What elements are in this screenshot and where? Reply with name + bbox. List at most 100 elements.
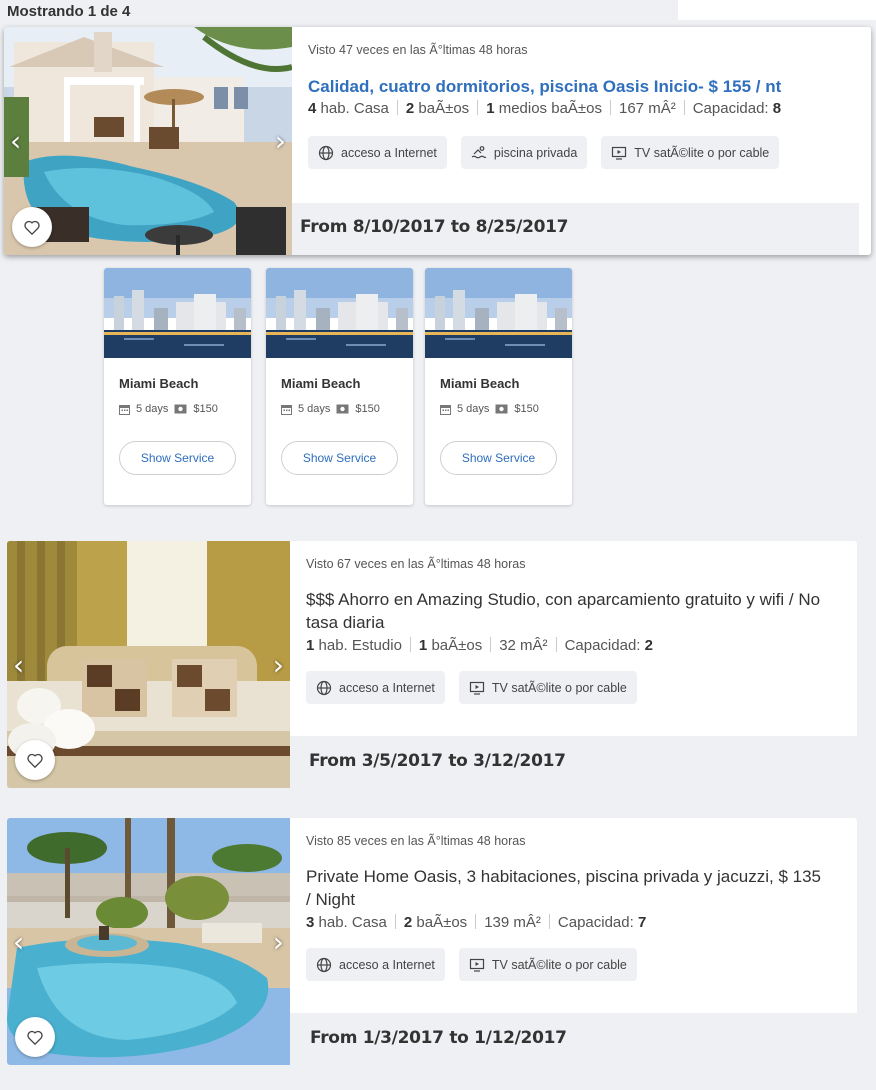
tv-icon <box>469 958 485 972</box>
listing-specs: 4 hab. Casa 2 baÃ±os 1 medios baÃ±os 167 mÂ… <box>308 100 781 117</box>
rooms-count: 3 <box>306 914 315 931</box>
service-days: 5 days <box>457 403 490 415</box>
listing-info: Visto 47 veces en las Ã°ltimas 48 horas … <box>292 27 871 255</box>
amenities: acceso a Internet piscina privada TV sat… <box>308 136 780 169</box>
listing-specs: 3 hab. Casa 2 baÃ±os 139 mÂ² Capacidad: 7 <box>306 914 646 931</box>
favorite-button[interactable] <box>15 1017 55 1057</box>
rooms-count: 4 <box>308 100 317 117</box>
capacity-count: 2 <box>644 637 653 654</box>
service-days: 5 days <box>298 403 331 415</box>
service-price: $150 <box>355 403 380 415</box>
calendar-icon <box>119 404 130 415</box>
rooms-label: hab. Estudio <box>318 637 402 654</box>
service-photo <box>266 268 413 358</box>
service-price: $150 <box>514 403 539 415</box>
photo-next-arrow[interactable]: › <box>273 925 284 958</box>
listing-card[interactable]: ‹ › Visto 67 veces en las Ã°ltimas 48 ho… <box>7 541 857 788</box>
globe-icon <box>316 680 332 695</box>
capacity-label: Capacidad: <box>557 914 634 931</box>
view-count: Visto 47 veces en las Ã°ltimas 48 horas <box>308 43 528 57</box>
photo-prev-arrow[interactable]: ‹ <box>10 125 21 158</box>
show-service-button[interactable]: Show Service <box>440 441 557 475</box>
service-meta: 5 days $150 <box>281 403 380 415</box>
baths-count: 2 <box>403 914 413 931</box>
cash-icon <box>336 404 349 414</box>
service-card: Miami Beach 5 days $150 Show Service <box>104 268 251 505</box>
favorite-button[interactable] <box>15 740 55 780</box>
show-service-button[interactable]: Show Service <box>119 441 236 475</box>
heart-icon <box>27 1030 43 1045</box>
amenity-label: TV satÃ©lite o por cable <box>491 680 627 695</box>
baths-label: baÃ±os <box>431 637 483 654</box>
amenity-label: acceso a Internet <box>339 680 435 695</box>
listing-specs: 1 hab. Estudio 1 baÃ±os 32 mÂ² Capacidad: 2 <box>306 637 653 654</box>
date-range-strip: From 3/5/2017 to 3/12/2017 <box>290 736 857 788</box>
amenity-chip: piscina privada <box>460 136 588 169</box>
service-price: $150 <box>193 403 218 415</box>
service-meta: 5 days $150 <box>119 403 218 415</box>
rooms-count: 1 <box>306 637 315 654</box>
date-range: From 3/5/2017 to 3/12/2017 <box>309 751 566 771</box>
photo-next-arrow[interactable]: › <box>275 125 286 158</box>
favorite-button[interactable] <box>12 207 52 247</box>
tv-icon <box>612 146 627 160</box>
view-count: Visto 67 veces en las Ã°ltimas 48 horas <box>306 557 526 571</box>
heart-icon <box>27 753 43 768</box>
service-name: Miami Beach <box>281 376 361 391</box>
header-spacer <box>678 0 876 20</box>
amenity-chip: acceso a Internet <box>306 671 445 704</box>
service-card: Miami Beach 5 days $150 Show Service <box>266 268 413 505</box>
listing-photo[interactable]: ‹ › <box>7 818 290 1065</box>
amenity-label: acceso a Internet <box>341 145 437 160</box>
show-service-button[interactable]: Show Service <box>281 441 398 475</box>
globe-icon <box>316 957 332 972</box>
capacity-count: 7 <box>637 914 647 931</box>
area: 139 mÂ² <box>484 914 541 931</box>
rooms-label: hab. Casa <box>318 914 387 931</box>
cash-icon <box>495 404 508 414</box>
area: 32 mÂ² <box>499 637 548 654</box>
view-count: Visto 85 veces en las Ã°ltimas 48 horas <box>306 834 526 848</box>
service-name: Miami Beach <box>440 376 520 391</box>
capacity-count: 8 <box>772 100 782 117</box>
listing-title[interactable]: Private Home Oasis, 3 habitaciones, pisc… <box>306 865 825 911</box>
listing-card[interactable]: ‹ › Visto 47 veces en las Ã°ltimas 48 ho… <box>4 27 871 255</box>
photo-next-arrow[interactable]: › <box>273 648 284 681</box>
amenity-label: acceso a Internet <box>339 957 435 972</box>
area: 167 mÂ² <box>619 100 676 117</box>
listing-photo[interactable]: ‹ › <box>4 27 292 255</box>
result-count: Mostrando 1 de 4 <box>7 3 131 20</box>
photo-prev-arrow[interactable]: ‹ <box>13 648 24 681</box>
calendar-icon <box>281 404 292 415</box>
listing-title[interactable]: Calidad, cuatro dormitorios, piscina Oas… <box>308 75 855 98</box>
photo-prev-arrow[interactable]: ‹ <box>13 925 24 958</box>
listing-info: Visto 85 veces en las Ã°ltimas 48 horas … <box>290 818 857 1065</box>
date-range-strip: From 8/10/2017 to 8/25/2017 <box>292 203 859 255</box>
listing-title[interactable]: $$$ Ahorro en Amazing Studio, con aparca… <box>306 588 841 634</box>
cash-icon <box>174 404 187 414</box>
amenity-label: TV satÃ©lite o por cable <box>634 145 770 160</box>
amenity-label: TV satÃ©lite o por cable <box>491 957 627 972</box>
half-baths-count: 1 <box>486 100 495 117</box>
rooms-label: hab. Casa <box>320 100 389 117</box>
baths-label: baÃ±os <box>416 914 468 931</box>
amenity-chip: TV satÃ©lite o por cable <box>458 671 637 704</box>
listing-card[interactable]: ‹ › Visto 85 veces en las Ã°ltimas 48 ho… <box>7 818 857 1065</box>
service-days: 5 days <box>136 403 169 415</box>
calendar-icon <box>440 404 451 415</box>
amenity-chip: acceso a Internet <box>308 136 447 169</box>
service-photo <box>104 268 251 358</box>
service-meta: 5 days $150 <box>440 403 539 415</box>
listing-photo[interactable]: ‹ › <box>7 541 290 788</box>
amenity-chip: TV satÃ©lite o por cable <box>601 136 780 169</box>
heart-icon <box>24 220 40 235</box>
amenity-label: piscina privada <box>493 145 578 160</box>
amenities: acceso a Internet TV satÃ©lite o por cab… <box>306 671 637 704</box>
capacity-label: Capacidad: <box>564 637 641 654</box>
date-range: From 8/10/2017 to 8/25/2017 <box>300 217 569 237</box>
amenity-chip: TV satÃ©lite o por cable <box>458 948 637 981</box>
pool-icon <box>471 145 487 158</box>
amenities: acceso a Internet TV satÃ©lite o por cab… <box>306 948 637 981</box>
baths-count: 2 <box>405 100 415 117</box>
baths-count: 1 <box>418 637 428 654</box>
